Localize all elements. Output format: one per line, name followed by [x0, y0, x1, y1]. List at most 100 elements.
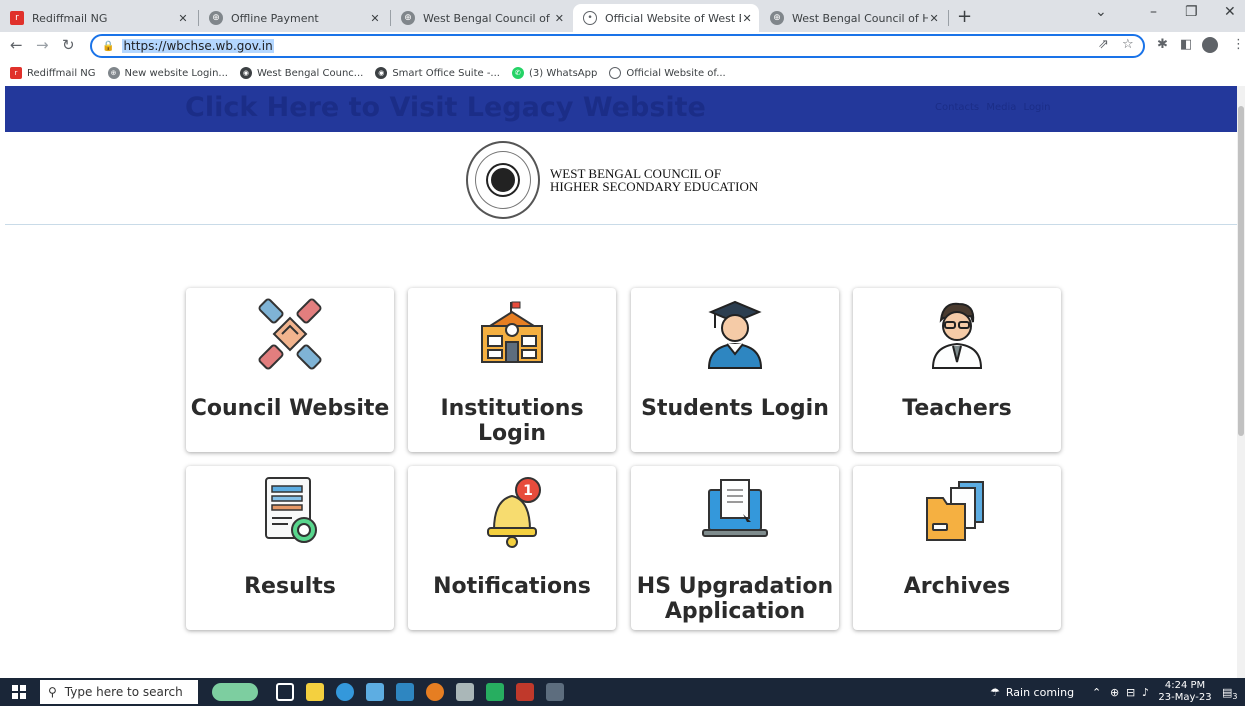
- menu-kebab-icon[interactable]: ⋮: [1232, 37, 1245, 52]
- forward-arrow-icon[interactable]: →: [36, 36, 49, 54]
- folder-archive-icon: [926, 481, 984, 541]
- tray-chevron-icon[interactable]: ⌃: [1092, 686, 1101, 699]
- side-panel-icon[interactable]: ◧: [1180, 37, 1192, 52]
- card-hs-upgradation[interactable]: HS Upgradation Application: [631, 466, 839, 630]
- file-explorer-icon[interactable]: [306, 683, 324, 701]
- reload-icon[interactable]: ↻: [62, 36, 75, 54]
- bookmark-official-website[interactable]: Official Website of...: [609, 67, 726, 79]
- turtle-search-highlight-icon[interactable]: [212, 683, 258, 701]
- tab-search-icon[interactable]: ⌄: [1095, 4, 1107, 20]
- bookmarks-bar: r Rediffmail NG ⊕ New website Login... ◉…: [0, 62, 1245, 84]
- browser-toolbar: ← → ↻ 🔒 https://wbchse.wb.gov.in ⇗ ☆ ✱ ◧…: [0, 32, 1245, 60]
- minimize-icon[interactable]: –: [1150, 4, 1157, 20]
- filezilla-icon[interactable]: [516, 683, 534, 701]
- site-favicon-icon: ⊕: [401, 11, 415, 25]
- tab-official-website[interactable]: • Official Website of West Bengal C ✕: [573, 4, 759, 32]
- contacts-link[interactable]: Contacts: [935, 102, 979, 113]
- spreadsheet-app-icon[interactable]: [486, 683, 504, 701]
- close-tab-icon[interactable]: ✕: [928, 12, 940, 25]
- bookmark-smart-office[interactable]: ◉ Smart Office Suite -...: [375, 67, 500, 79]
- globe-icon: ◉: [239, 67, 252, 79]
- page-scrollbar[interactable]: [1237, 86, 1245, 678]
- top-banner: Click Here to Visit Legacy Website Conta…: [5, 86, 1238, 132]
- login-link[interactable]: Login: [1024, 102, 1051, 113]
- edge-browser-icon[interactable]: [336, 683, 354, 701]
- site-favicon-icon: •: [583, 11, 597, 25]
- laptop-document-icon: [702, 479, 768, 537]
- taskbar-search-box[interactable]: ⚲ Type here to search: [40, 680, 198, 704]
- task-view-icon[interactable]: [276, 683, 294, 701]
- tab-rediffmail[interactable]: r Rediffmail NG ✕: [0, 4, 197, 32]
- card-label: Teachers: [902, 396, 1012, 421]
- bookmark-whatsapp[interactable]: ✆ (3) WhatsApp: [511, 67, 597, 79]
- school-building-icon: [481, 301, 543, 363]
- card-teachers[interactable]: Teachers: [853, 288, 1061, 452]
- media-link[interactable]: Media: [986, 102, 1016, 113]
- notification-bell-icon: 1: [487, 477, 541, 548]
- weather-widget[interactable]: ☂ Rain coming: [990, 686, 1074, 699]
- card-label: Archives: [903, 574, 1011, 599]
- site-favicon-icon: ⊕: [770, 11, 784, 25]
- network-icon[interactable]: ⊟: [1126, 686, 1135, 699]
- bookmark-new-website-login[interactable]: ⊕ New website Login...: [107, 67, 228, 79]
- bookmark-rediffmail[interactable]: r Rediffmail NG: [10, 67, 96, 79]
- card-label: Results: [244, 574, 336, 599]
- close-window-icon[interactable]: ✕: [1224, 4, 1236, 20]
- bookmark-west-bengal[interactable]: ◉ West Bengal Counc...: [239, 67, 363, 79]
- card-label: Institutions Login: [440, 396, 584, 446]
- volume-icon[interactable]: ♪: [1142, 686, 1149, 699]
- graduate-student-icon: [707, 300, 763, 369]
- card-council-website[interactable]: Council Website: [186, 288, 394, 452]
- notes-app-icon[interactable]: [546, 683, 564, 701]
- browser-tab-strip: r Rediffmail NG ✕ ⊕ Offline Payment ✕ ⊕ …: [0, 0, 1245, 32]
- tray-app-icon[interactable]: ⊕: [1110, 686, 1119, 699]
- card-notifications[interactable]: 1 Notifications: [408, 466, 616, 630]
- share-icon[interactable]: ⇗: [1098, 37, 1109, 52]
- profile-avatar[interactable]: [1202, 37, 1218, 53]
- extensions-puzzle-icon[interactable]: ✱: [1157, 37, 1168, 52]
- windows-start-icon[interactable]: [12, 685, 26, 699]
- rediff-favicon-icon: r: [10, 11, 24, 25]
- card-label: Students Login: [641, 396, 829, 421]
- address-bar[interactable]: 🔒 https://wbchse.wb.gov.in: [90, 34, 1145, 58]
- pen-app-icon[interactable]: [456, 683, 474, 701]
- chrome-icon[interactable]: [426, 683, 444, 701]
- taskbar-clock[interactable]: 4:24 PM 23-May-23: [1157, 680, 1213, 704]
- top-links: Contacts Media Login: [935, 102, 1055, 113]
- close-tab-icon[interactable]: ✕: [741, 12, 753, 25]
- rediff-favicon-icon: r: [10, 67, 22, 79]
- close-tab-icon[interactable]: ✕: [175, 12, 191, 25]
- tab-wbchse-2[interactable]: ⊕ West Bengal Council of Higher Se ✕: [760, 4, 946, 32]
- close-tab-icon[interactable]: ✕: [367, 12, 383, 25]
- teacher-icon: [931, 302, 983, 369]
- notification-badge-count: 1: [523, 483, 533, 499]
- site-favicon-icon: ⊕: [209, 11, 223, 25]
- card-students-login[interactable]: Students Login: [631, 288, 839, 452]
- card-label: HS Upgradation Application: [636, 574, 834, 624]
- legacy-website-link[interactable]: Click Here to Visit Legacy Website: [185, 92, 706, 123]
- globe-icon: ◉: [375, 67, 388, 79]
- tab-offline-payment[interactable]: ⊕ Offline Payment ✕: [199, 4, 389, 32]
- card-archives[interactable]: Archives: [853, 466, 1061, 630]
- restore-icon[interactable]: ❐: [1185, 4, 1198, 20]
- lock-icon: 🔒: [102, 40, 115, 52]
- bookmark-star-icon[interactable]: ☆: [1122, 37, 1134, 52]
- scrollbar-thumb[interactable]: [1238, 106, 1244, 436]
- tab-wbchse-1[interactable]: ⊕ West Bengal Council of Higher Se ✕: [391, 4, 571, 32]
- close-tab-icon[interactable]: ✕: [554, 12, 565, 25]
- site-favicon-icon: ⊕: [107, 67, 120, 79]
- whatsapp-icon: ✆: [511, 67, 524, 79]
- back-arrow-icon[interactable]: ←: [10, 36, 23, 54]
- council-brand: WEST BENGAL COUNCIL OF HIGHER SECONDARY …: [466, 141, 758, 219]
- card-institutions-login[interactable]: Institutions Login: [408, 288, 616, 452]
- address-url[interactable]: https://wbchse.wb.gov.in: [122, 39, 274, 53]
- handshake-icon: [258, 298, 322, 370]
- page-viewport: Click Here to Visit Legacy Website Conta…: [0, 86, 1245, 678]
- card-results[interactable]: Results: [186, 466, 394, 630]
- mail-icon[interactable]: [396, 683, 414, 701]
- council-seal-logo: [466, 141, 540, 219]
- umbrella-icon: ☂: [990, 686, 1000, 699]
- new-tab-button[interactable]: +: [957, 6, 972, 27]
- store-icon[interactable]: [366, 683, 384, 701]
- notification-center-icon[interactable]: ▤3: [1222, 686, 1238, 701]
